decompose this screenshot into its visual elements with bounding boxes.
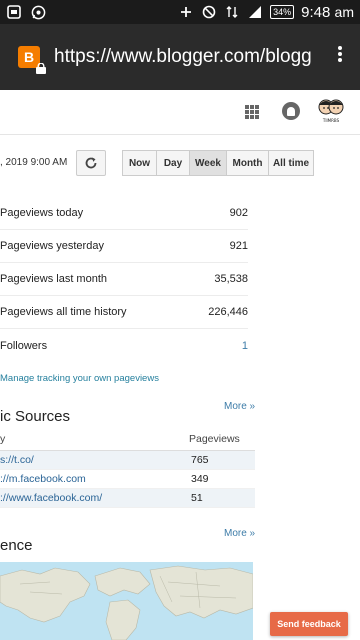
status-bar: 34% 9:48 am <box>0 0 360 24</box>
stat-row: Pageviews all time history 226,446 <box>0 296 248 329</box>
stat-row: Pageviews today 902 <box>0 197 248 230</box>
stat-row: Pageviews yesterday 921 <box>0 230 248 263</box>
stat-label: Followers <box>0 339 48 352</box>
stat-row: Followers 1 <box>0 329 248 362</box>
table-body: s://t.co/ 765 ://m.facebook.com 349 ://w… <box>0 451 255 508</box>
audience-more-link[interactable]: More » <box>224 528 255 539</box>
url-field[interactable]: https://www.blogger.com/blogg <box>54 46 324 68</box>
traffic-sources-title: ic Sources <box>0 408 71 425</box>
date-controls: , 2019 9:00 AM Now Day Week Month All ti… <box>0 150 360 178</box>
overflow-menu-icon[interactable] <box>332 45 348 69</box>
refresh-icon <box>85 157 97 169</box>
source-views: 51 <box>191 492 203 504</box>
table-row: ://www.facebook.com/ 51 <box>0 489 255 508</box>
stat-value: 902 <box>229 207 248 219</box>
pageview-stats: Pageviews today 902 Pageviews yesterday … <box>0 197 248 362</box>
period-alltime-button[interactable]: All time <box>268 150 314 176</box>
clock: 9:48 am <box>301 3 354 21</box>
stat-label: Pageviews all time history <box>0 306 127 318</box>
stat-label: Pageviews yesterday <box>0 240 104 252</box>
table-row: ://m.facebook.com 349 <box>0 470 255 489</box>
period-day-button[interactable]: Day <box>156 150 190 176</box>
app-header: TIIMRBS <box>0 90 360 135</box>
send-feedback-button[interactable]: Send feedback <box>270 612 348 636</box>
audience-world-map <box>0 562 253 640</box>
period-selector: Now Day Week Month All time <box>122 150 314 176</box>
audience-title: ence <box>0 537 33 554</box>
traffic-sources-table: y Pageviews s://t.co/ 765 ://m.facebook.… <box>0 433 255 508</box>
date-range-text: , 2019 9:00 AM <box>0 157 68 168</box>
notification-bell-icon[interactable] <box>282 102 300 120</box>
source-views: 765 <box>191 454 209 466</box>
signal-icon <box>247 4 263 20</box>
browser-toolbar: B https://www.blogger.com/blogg <box>0 24 360 90</box>
source-link[interactable]: ://www.facebook.com/ <box>0 492 189 504</box>
notification-icon <box>6 4 22 20</box>
table-row: s://t.co/ 765 <box>0 451 255 470</box>
manage-tracking-link[interactable]: Manage tracking your own pageviews <box>0 373 159 384</box>
plus-icon <box>178 4 194 20</box>
traffic-more-link[interactable]: More » <box>224 401 255 412</box>
pageviews-column-header: Pageviews <box>189 433 240 445</box>
period-month-button[interactable]: Month <box>226 150 269 176</box>
battery-indicator: 34% <box>270 5 295 19</box>
blogger-favicon: B <box>18 46 46 74</box>
source-link[interactable]: s://t.co/ <box>0 454 189 466</box>
lock-icon <box>36 63 46 74</box>
stat-value: 921 <box>229 240 248 252</box>
avatar[interactable]: TIIMRBS <box>317 96 345 124</box>
stat-value: 226,446 <box>208 306 248 318</box>
period-week-button[interactable]: Week <box>189 150 227 176</box>
source-views: 349 <box>191 473 209 485</box>
stat-value: 35,538 <box>214 273 248 285</box>
source-link[interactable]: ://m.facebook.com <box>0 473 189 485</box>
whatsapp-icon <box>30 4 46 20</box>
refresh-button[interactable] <box>76 150 106 176</box>
stat-row: Pageviews last month 35,538 <box>0 263 248 296</box>
dnd-icon <box>201 4 217 20</box>
svg-text:TIIMRBS: TIIMRBS <box>322 118 340 123</box>
source-column-header: y <box>0 433 6 445</box>
apps-grid-icon[interactable] <box>245 105 259 119</box>
data-icon <box>224 4 240 20</box>
period-now-button[interactable]: Now <box>122 150 157 176</box>
followers-count-link[interactable]: 1 <box>242 340 248 352</box>
table-header: y Pageviews <box>0 433 255 451</box>
stat-label: Pageviews today <box>0 207 84 219</box>
stat-label: Pageviews last month <box>0 273 107 285</box>
